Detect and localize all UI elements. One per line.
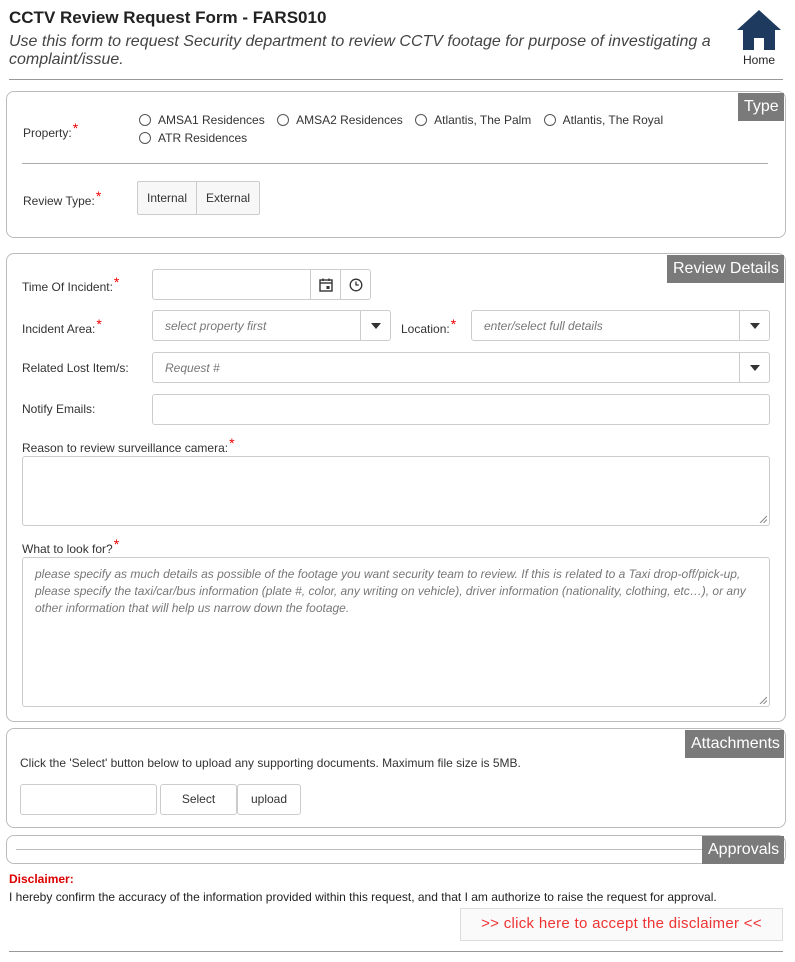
type-panel-tag: Type — [738, 93, 784, 121]
location-placeholder: enter/select full details — [484, 318, 603, 333]
details-panel-tag: Review Details — [667, 255, 784, 283]
disclaimer-title: Disclaimer: — [9, 872, 74, 886]
home-icon — [737, 10, 781, 50]
required-mark: * — [95, 188, 102, 204]
required-mark: * — [96, 316, 102, 332]
clock-icon[interactable] — [340, 270, 370, 299]
notify-emails-label: Notify Emails: — [22, 402, 96, 416]
approvals-panel-tag: Approvals — [702, 836, 784, 864]
type-divider — [22, 163, 768, 164]
radio-atr-residences[interactable]: ATR Residences — [139, 131, 247, 145]
radio-circle[interactable] — [139, 114, 151, 126]
notify-emails-input[interactable] — [152, 394, 770, 425]
time-label: Time Of Incident:* — [22, 274, 120, 294]
radio-amsa1[interactable]: AMSA1 Residences — [139, 113, 265, 127]
incident-area-select[interactable]: select property first — [152, 310, 391, 341]
property-radio-group-row2: ATR Residences — [139, 131, 256, 147]
required-mark: * — [72, 120, 79, 136]
page-subtitle: Use this form to request Security depart… — [9, 33, 711, 68]
required-mark: * — [113, 274, 120, 290]
radio-atlantis-royal[interactable]: Atlantis, The Royal — [543, 113, 663, 127]
radio-amsa2[interactable]: AMSA2 Residences — [277, 113, 403, 127]
footer-divider — [9, 951, 783, 952]
review-type-toggle: Internal External — [137, 181, 261, 215]
required-mark: * — [113, 536, 120, 552]
what-to-look-for-textarea[interactable]: please specify as much details as possib… — [22, 557, 770, 707]
chevron-down-icon[interactable] — [360, 311, 390, 340]
related-lost-items-label: Related Lost Item/s: — [22, 361, 129, 375]
incident-area-placeholder: select property first — [165, 318, 267, 333]
home-label: Home — [742, 53, 775, 67]
reason-label: Reason to review surveillance camera:* — [22, 435, 235, 455]
home-button[interactable]: Home — [733, 8, 785, 67]
accept-disclaimer-button[interactable]: >> click here to accept the disclaimer <… — [460, 908, 783, 941]
required-mark: * — [229, 435, 235, 451]
resize-grip-icon[interactable] — [759, 515, 767, 523]
radio-atlantis-palm[interactable]: Atlantis, The Palm — [415, 113, 531, 127]
time-of-incident-input[interactable] — [152, 269, 371, 300]
review-type-internal-button[interactable]: Internal — [138, 182, 198, 214]
header-divider — [9, 79, 783, 80]
radio-circle[interactable] — [139, 132, 151, 144]
radio-circle[interactable] — [543, 114, 556, 126]
disclaimer-text: I hereby confirm the accuracy of the inf… — [9, 890, 717, 904]
approvals-divider — [16, 849, 706, 850]
upload-button[interactable]: upload — [237, 784, 301, 815]
property-label: Property:* — [23, 120, 79, 140]
calendar-icon[interactable] — [310, 270, 340, 299]
location-label: Location:* — [401, 316, 457, 336]
select-file-button[interactable]: Select — [160, 784, 237, 815]
incident-area-label: Incident Area:* — [22, 316, 102, 336]
file-name-input[interactable] — [20, 784, 157, 815]
related-lost-items-placeholder: Request # — [165, 360, 220, 375]
reason-textarea[interactable] — [22, 456, 770, 526]
required-mark: * — [450, 316, 457, 332]
location-select[interactable]: enter/select full details — [471, 310, 770, 341]
what-to-look-for-placeholder: please specify as much details as possib… — [35, 567, 746, 615]
chevron-down-icon[interactable] — [739, 353, 769, 382]
resize-grip-icon[interactable] — [759, 696, 767, 704]
what-to-look-for-label: What to look for?* — [22, 536, 120, 556]
radio-circle[interactable] — [415, 114, 428, 126]
attachments-panel-tag: Attachments — [685, 730, 784, 758]
review-type-external-button[interactable]: External — [197, 182, 259, 214]
radio-circle[interactable] — [277, 114, 290, 126]
property-radio-group: AMSA1 Residences AMSA2 Residences Atlant… — [139, 113, 699, 129]
page-title: CCTV Review Request Form - FARS010 — [9, 8, 327, 27]
attachments-instruction: Click the 'Select' button below to uploa… — [20, 756, 521, 770]
review-type-label: Review Type:* — [23, 188, 102, 208]
related-lost-items-select[interactable]: Request # — [152, 352, 770, 383]
chevron-down-icon[interactable] — [739, 311, 769, 340]
